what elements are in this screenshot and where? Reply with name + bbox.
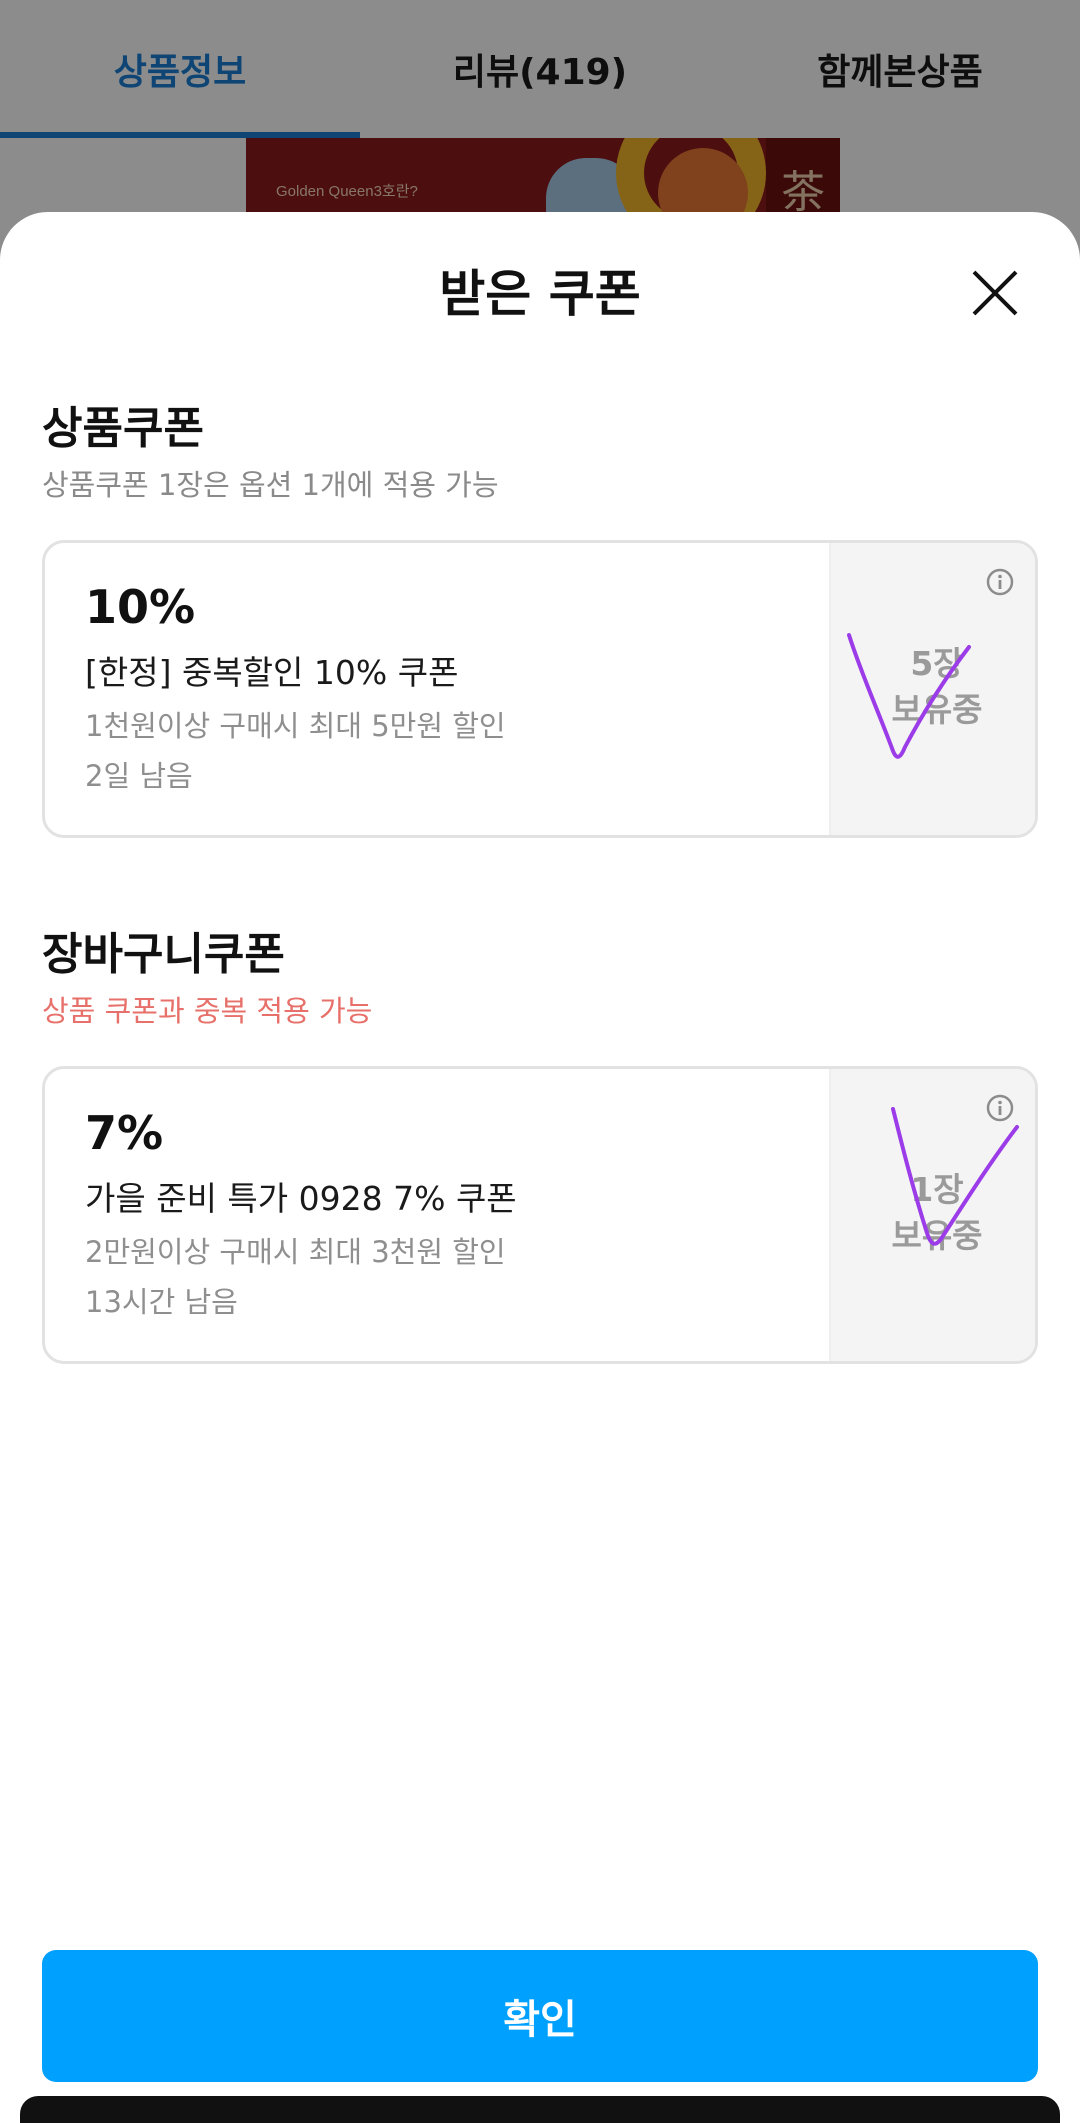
coupon-details: 7% 가을 준비 특가 0928 7% 쿠폰 2만원이상 구매시 최대 3천원 … — [45, 1069, 829, 1361]
close-button[interactable] — [966, 264, 1024, 322]
coupon-discount: 7% — [85, 1106, 164, 1160]
coupon-count-panel: 1장 보유중 — [829, 1069, 1035, 1361]
info-icon[interactable] — [985, 567, 1015, 597]
coupon-condition: 2만원이상 구매시 최대 3천원 할인 — [85, 1235, 506, 1269]
coupon-remaining-time: 13시간 남음 — [85, 1285, 238, 1319]
confirm-button[interactable]: 확인 — [42, 1950, 1038, 2082]
cart-coupon-section-subtitle: 상품 쿠폰과 중복 적용 가능 — [42, 994, 373, 1028]
coupon-details: 10% [한정] 중복할인 10% 쿠폰 1천원이상 구매시 최대 5만원 할인… — [45, 543, 829, 835]
coupon-name: [한정] 중복할인 10% 쿠폰 — [85, 653, 459, 692]
coupon-name: 가을 준비 특가 0928 7% 쿠폰 — [85, 1179, 517, 1218]
coupon-card[interactable]: 7% 가을 준비 특가 0928 7% 쿠폰 2만원이상 구매시 최대 3천원 … — [42, 1066, 1038, 1364]
bottom-navigation-bar — [20, 2096, 1060, 2123]
coupon-count-label: 보유중 — [891, 1216, 983, 1255]
coupon-discount: 10% — [85, 580, 196, 634]
coupon-card[interactable]: 10% [한정] 중복할인 10% 쿠폰 1천원이상 구매시 최대 5만원 할인… — [42, 540, 1038, 838]
coupon-count-panel: 5장 보유중 — [829, 543, 1035, 835]
sheet-title: 받은 쿠폰 — [439, 265, 641, 323]
coupon-count-label: 보유중 — [891, 690, 983, 729]
close-icon — [972, 270, 1018, 316]
coupon-count-number: 5장 — [910, 644, 964, 683]
coupon-sheet: 받은 쿠폰 상품쿠폰 상품쿠폰 1장은 옵션 1개에 적용 가능 10% [한정… — [0, 212, 1080, 2123]
coupon-remaining-time: 2일 남음 — [85, 759, 193, 793]
coupon-count-number: 1장 — [910, 1170, 964, 1209]
coupon-condition: 1천원이상 구매시 최대 5만원 할인 — [85, 709, 506, 743]
coupon-count: 1장 보유중 — [831, 1167, 1035, 1259]
product-coupon-section-title: 상품쿠폰 — [42, 403, 204, 454]
product-coupon-section-subtitle: 상품쿠폰 1장은 옵션 1개에 적용 가능 — [42, 468, 499, 502]
info-icon[interactable] — [985, 1093, 1015, 1123]
coupon-count: 5장 보유중 — [831, 641, 1035, 733]
cart-coupon-section-title: 장바구니쿠폰 — [42, 929, 285, 980]
